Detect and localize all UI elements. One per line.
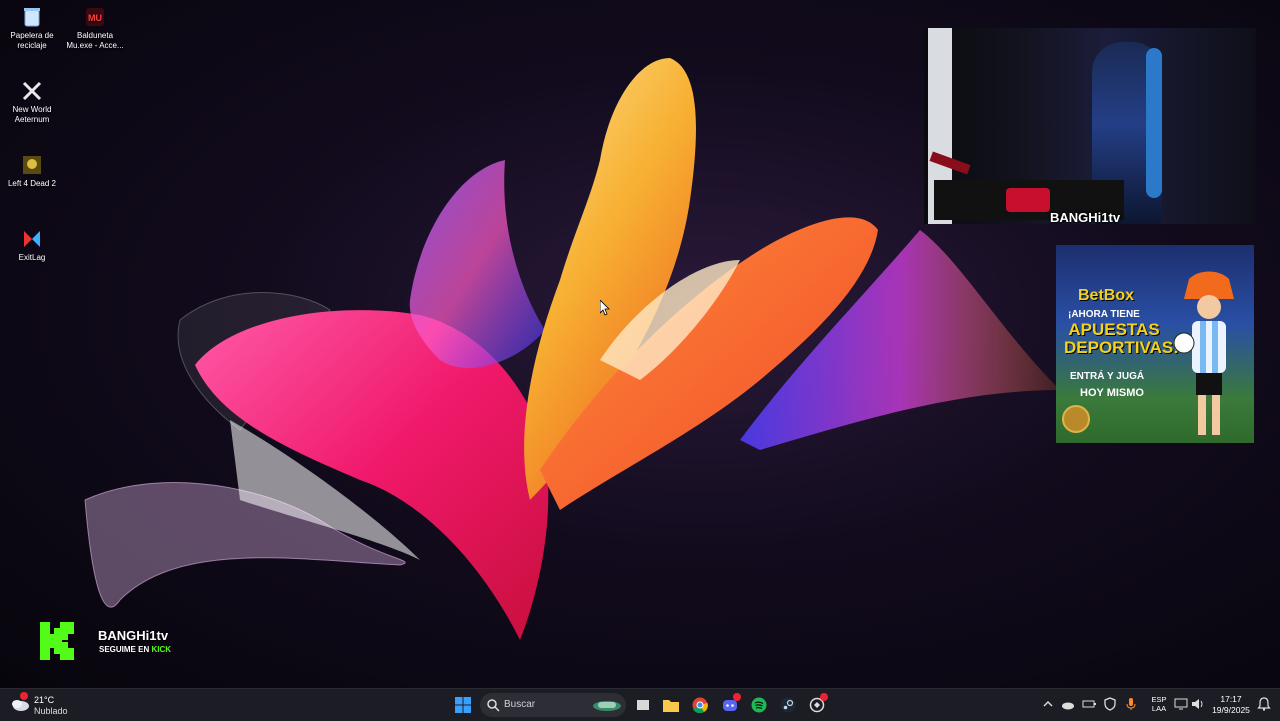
spotify-icon <box>751 697 767 713</box>
microphone-icon[interactable] <box>1123 696 1139 712</box>
kick-channel-name: BANGHi1tv <box>98 628 169 643</box>
taskbar-discord[interactable] <box>718 693 742 717</box>
desktop-icon-label: New World Aeternum <box>12 105 52 124</box>
ad-line-4: HOY MISMO <box>1080 387 1144 399</box>
taskbar-task-view[interactable] <box>631 693 655 717</box>
network-icon[interactable] <box>1173 696 1189 712</box>
exitlag-icon <box>21 228 43 250</box>
desktop-icon-left4dead2[interactable]: Left 4 Dead 2 <box>0 154 64 189</box>
ad-line-1: ¡AHORA TIENE <box>1068 309 1140 320</box>
keyboard-layout: LAA <box>1151 704 1167 713</box>
taskbar-clock[interactable]: 17:17 19/9/2025 <box>1206 694 1256 716</box>
battery-icon[interactable] <box>1081 696 1097 712</box>
weather-widget[interactable]: 21°C Nublado <box>10 692 100 718</box>
taskbar: 21°C Nublado Buscar ESP LAA 17:17 19/9/2… <box>0 688 1280 721</box>
desktop-icon-new-world[interactable]: New World Aeternum <box>0 80 64 125</box>
notification-badge <box>820 693 828 701</box>
kick-cta-accent: KICK <box>151 645 172 654</box>
mu-online-icon: MU <box>84 6 106 28</box>
clock-date: 19/9/2025 <box>1212 705 1250 715</box>
windows-logo-icon <box>455 697 471 713</box>
task-view-icon <box>637 700 649 710</box>
gaming-chair-side <box>1146 48 1162 198</box>
weather-temperature: 21°C <box>34 695 55 705</box>
search-placeholder: Buscar <box>504 699 536 710</box>
desktop-icon-label: Left 4 Dead 2 <box>7 179 57 188</box>
taskbar-search-box[interactable]: Buscar <box>480 693 626 717</box>
start-button[interactable] <box>451 693 475 717</box>
coin-icon <box>1062 405 1090 433</box>
desktop-icon-label: Balduneta Mu.exe - Acce... <box>66 31 124 50</box>
chrome-icon <box>692 697 708 713</box>
clock-time: 17:17 <box>1220 694 1242 704</box>
taskbar-spotify[interactable] <box>747 693 771 717</box>
notification-bell-icon[interactable] <box>1256 696 1272 712</box>
search-icon <box>487 699 500 712</box>
recycle-bin-icon <box>21 6 43 28</box>
new-world-icon <box>21 80 43 102</box>
steam-icon <box>780 697 796 713</box>
left4dead2-icon <box>21 154 43 176</box>
desktop-icon-label: Papelera de reciclaje <box>10 31 54 50</box>
ad-mascot-illustration <box>1174 271 1234 435</box>
webcam-streamer-tag: BANGHi1tv <box>1050 210 1121 224</box>
taskbar-file-explorer[interactable] <box>659 693 683 717</box>
desktop-icon-label: ExitLag <box>18 253 46 262</box>
webcam-object <box>1006 188 1050 212</box>
cloud-icon[interactable] <box>1060 696 1076 712</box>
svg-text:MU: MU <box>88 13 102 23</box>
ad-headline: APUESTAS DEPORTIVAS! <box>1064 320 1179 357</box>
ad-brand: BetBox <box>1078 287 1135 304</box>
language-indicator[interactable]: ESP LAA <box>1148 695 1170 713</box>
notification-badge <box>733 693 741 701</box>
kick-promo: BANGHi1tv SEGUIME EN KICK <box>40 622 200 662</box>
taskbar-app[interactable] <box>805 693 829 717</box>
folder-icon <box>663 700 679 712</box>
mouse-cursor-icon <box>600 300 610 316</box>
webcam-overlay: BANGHi1tv <box>924 28 1256 224</box>
taskbar-steam[interactable] <box>776 693 800 717</box>
desktop-icon-exitlag[interactable]: ExitLag <box>0 228 64 263</box>
language-code: ESP <box>1151 695 1167 704</box>
weather-condition: Nublado <box>34 706 68 716</box>
ad-line-3: ENTRÁ Y JUGÁ <box>1070 371 1145 382</box>
volume-icon[interactable] <box>1190 696 1206 712</box>
notification-badge <box>20 692 28 700</box>
kick-logo-icon <box>40 622 74 660</box>
sponsor-ad: BetBox ¡AHORA TIENE APUESTAS DEPORTIVAS!… <box>1056 245 1254 443</box>
chevron-up-icon[interactable] <box>1040 696 1056 712</box>
shield-icon[interactable] <box>1102 696 1118 712</box>
desktop-icon-recycle-bin[interactable]: Papelera de reciclaje <box>0 6 64 51</box>
desktop-icon-mu[interactable]: MU Balduneta Mu.exe - Acce... <box>63 6 127 51</box>
kick-cta-text: SEGUIME EN <box>99 645 152 654</box>
search-highlight-icon <box>593 701 621 711</box>
kick-cta: SEGUIME EN KICK <box>99 645 171 654</box>
taskbar-chrome[interactable] <box>688 693 712 717</box>
